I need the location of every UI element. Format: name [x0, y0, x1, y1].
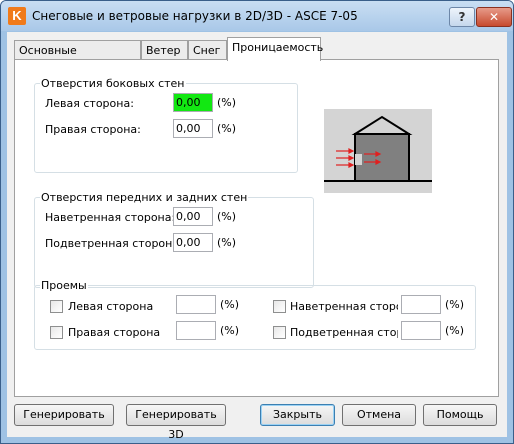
leeward-opening-checkbox[interactable]: [273, 326, 286, 339]
front-back-walls-group: Отверстия передних и задних стен Наветре…: [34, 191, 314, 288]
left-side-unit: (%): [217, 96, 237, 109]
generate-3d-button[interactable]: Генерировать 3D: [126, 404, 226, 441]
left-side-input[interactable]: 0,00: [173, 93, 213, 112]
windward-opening-label[interactable]: Наветренная сторона: [290, 300, 398, 313]
openings-legend: Проемы: [40, 279, 88, 292]
help-button[interactable]: Помощь: [423, 404, 497, 426]
right-side-unit: (%): [217, 122, 237, 135]
side-walls-legend: Отверстия боковых стен: [40, 77, 186, 90]
leeward-opening-label[interactable]: Подветренная сторон: [290, 326, 398, 339]
windward-side-unit: (%): [217, 210, 237, 223]
side-walls-group: Отверстия боковых стен Левая сторона: 0,…: [34, 77, 298, 173]
tab-wind[interactable]: Ветер: [141, 40, 188, 59]
left-side-opening-input[interactable]: [176, 295, 216, 314]
cancel-button[interactable]: Отмена: [342, 404, 416, 426]
tab-snow[interactable]: Снег: [188, 40, 227, 59]
right-side-opening-checkbox[interactable]: [50, 326, 63, 339]
title-help-button[interactable]: ?: [449, 7, 475, 27]
windward-side-label: Наветренная сторона:: [45, 211, 176, 224]
leeward-opening-unit: (%): [445, 324, 465, 337]
left-side-opening-label[interactable]: Левая сторона: [68, 300, 153, 313]
window-title: Снеговые и ветровые нагрузки в 2D/3D - A…: [32, 9, 358, 23]
leeward-side-input[interactable]: 0,00: [173, 233, 213, 252]
tab-permeability[interactable]: Проницаемость: [227, 37, 323, 61]
leeward-side-unit: (%): [217, 236, 237, 249]
right-side-input[interactable]: 0,00: [173, 119, 213, 138]
right-side-opening-unit: (%): [220, 324, 240, 337]
right-side-label: Правая сторона:: [45, 123, 141, 136]
title-bar[interactable]: K Снеговые и ветровые нагрузки в 2D/3D -…: [1, 1, 513, 31]
windward-opening-unit: (%): [445, 298, 465, 311]
right-side-opening-input[interactable]: [176, 321, 216, 340]
leeward-side-label: Подветренная сторона:: [45, 237, 183, 250]
windward-opening-checkbox[interactable]: [273, 300, 286, 313]
openings-group: Проемы Левая сторона (%) Правая сторона …: [34, 279, 476, 350]
windward-side-input[interactable]: 0,00: [173, 207, 213, 226]
app-logo-icon: K: [8, 7, 26, 25]
leeward-opening-input[interactable]: [401, 321, 441, 340]
building-diagram-image: [324, 109, 432, 193]
right-side-opening-label[interactable]: Правая сторона: [68, 326, 160, 339]
title-close-button[interactable]: ✕: [476, 7, 512, 27]
tab-panel-permeability: Отверстия боковых стен Левая сторона: 0,…: [14, 59, 499, 397]
left-side-opening-unit: (%): [220, 298, 240, 311]
close-button[interactable]: Закрыть: [260, 404, 335, 426]
generate-button[interactable]: Генерировать: [14, 404, 114, 426]
front-back-walls-legend: Отверстия передних и задних стен: [40, 191, 249, 204]
dialog-window: K Снеговые и ветровые нагрузки в 2D/3D -…: [0, 0, 514, 444]
tab-basic-parameters[interactable]: Основные параметры: [14, 40, 141, 76]
left-side-opening-checkbox[interactable]: [50, 300, 63, 313]
windward-opening-input[interactable]: [401, 295, 441, 314]
dialog-client-area: Основные параметры Ветер Снег Проницаемо…: [7, 32, 507, 441]
left-side-label: Левая сторона:: [45, 97, 134, 110]
